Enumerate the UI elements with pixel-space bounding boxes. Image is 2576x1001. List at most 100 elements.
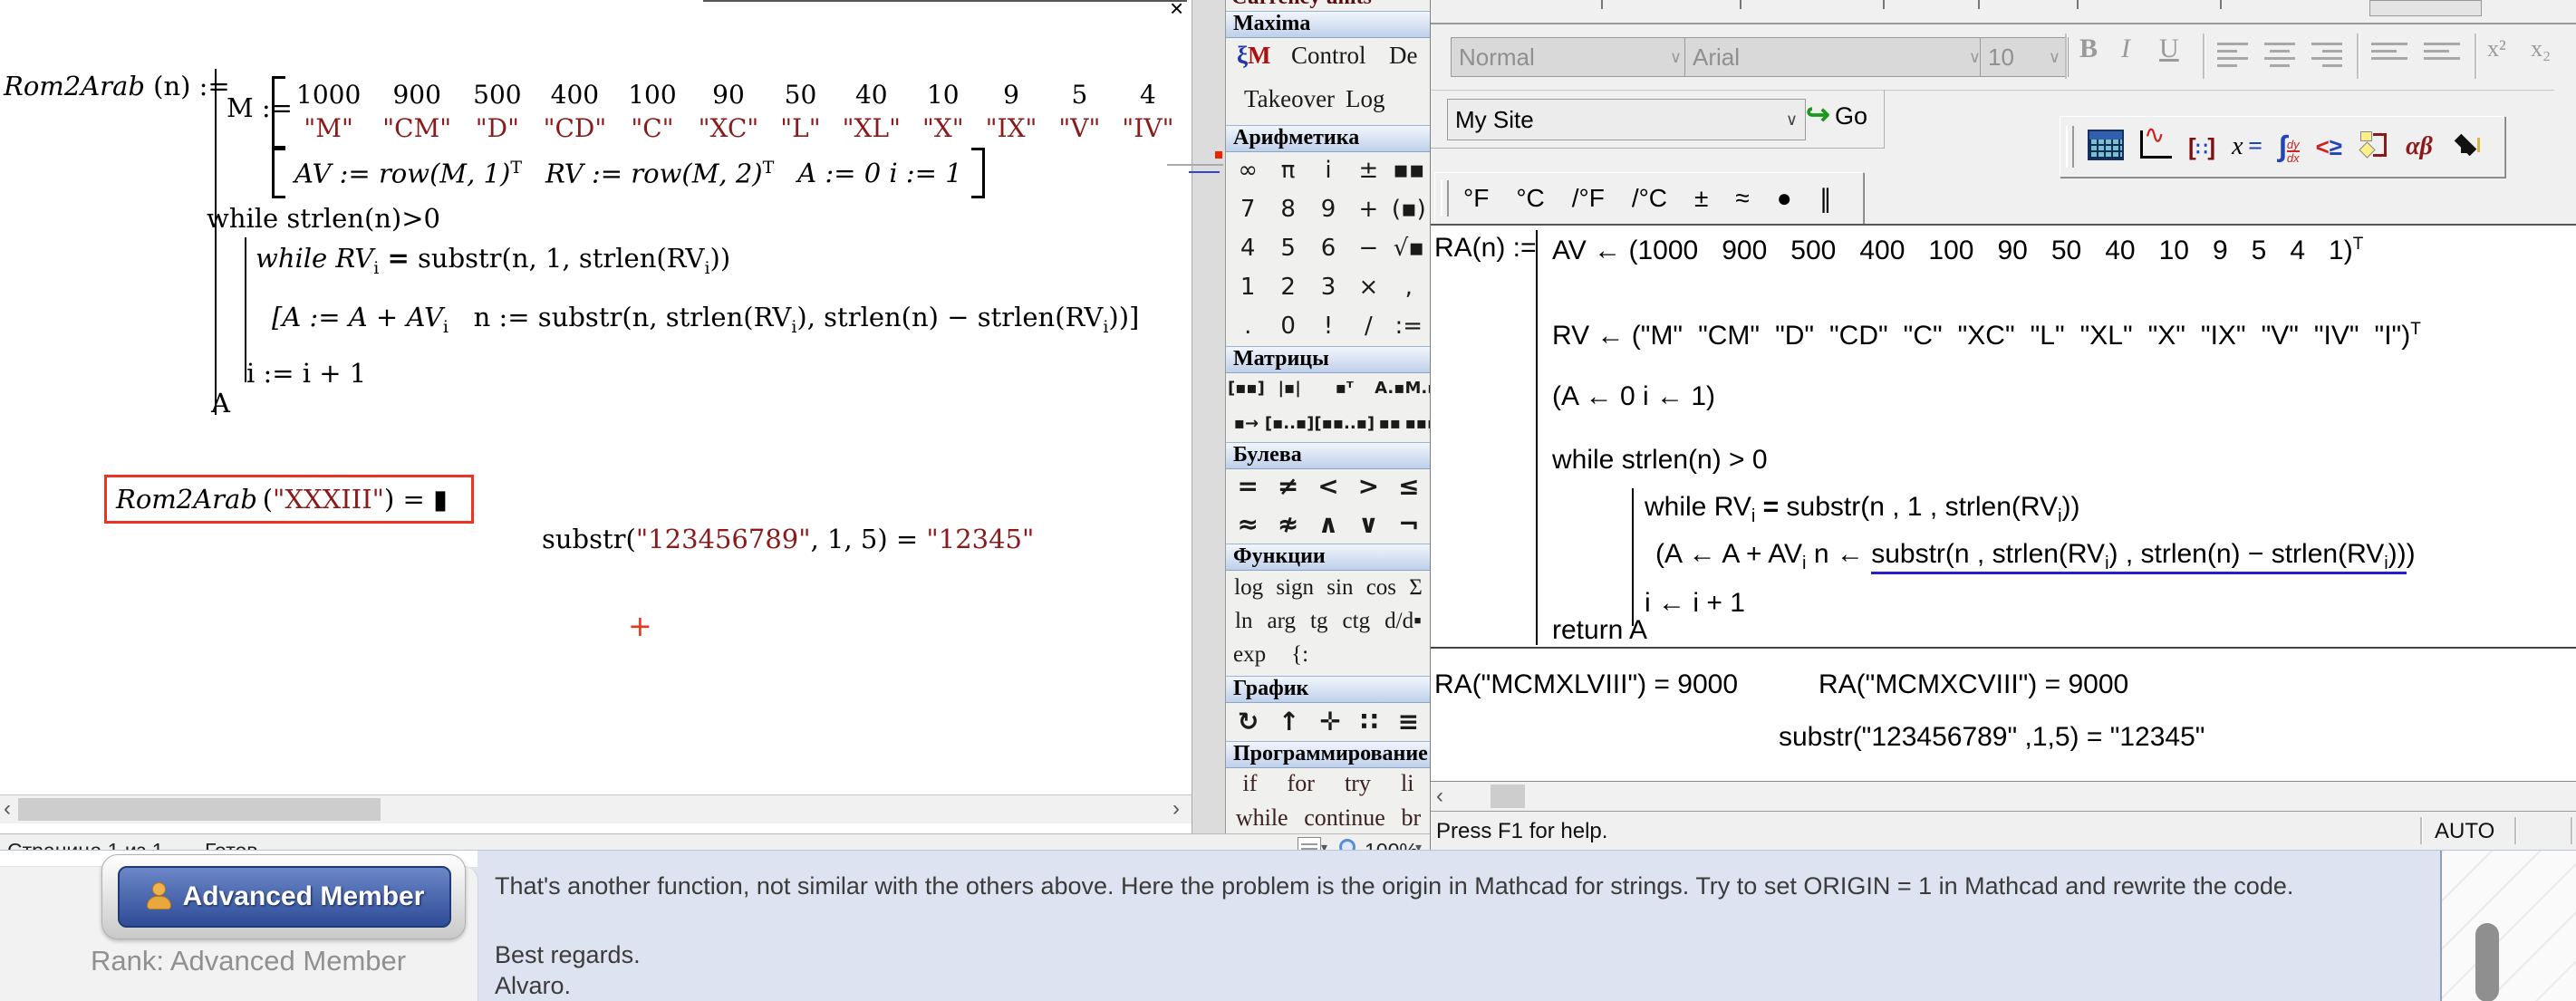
matrix-cell[interactable]: 9 [1003,80,1019,111]
panel-header-graph[interactable]: График [1226,676,1431,703]
result-1[interactable]: RA("MCMXLVIII") = 9000 [1434,669,1738,700]
palette-button[interactable]: |▪| [1278,379,1300,398]
boolean-toolbar-icon[interactable]: <≥ [2316,133,2342,161]
scroll-right-arrow[interactable]: › [1172,796,1180,822]
matrix-cell[interactable]: "D" [476,113,519,145]
palette-button[interactable]: continue [1304,804,1385,832]
bold-button[interactable]: B [2079,34,2098,64]
palette-button[interactable]: ! [1324,313,1333,340]
palette-button[interactable]: 2 [1280,274,1296,301]
greek-toolbar-icon[interactable]: αβ [2406,132,2433,161]
palette-button[interactable]: 7 [1240,196,1256,223]
palette-button[interactable]: i [1325,157,1331,184]
increment-line[interactable]: i ← i + 1 [1645,588,1745,619]
roman-matrix[interactable]: 1000900500400100905040109541 "M""CM""D""… [272,76,1192,149]
maxima-log-button[interactable]: Log [1346,85,1385,113]
go-arrow-icon[interactable]: ↪ [1806,97,1830,131]
palette-button[interactable]: li [1401,770,1413,797]
palette-button[interactable]: try [1345,770,1371,797]
av-line[interactable]: AV ← (1000900500400100905040109541)T [1552,235,2363,266]
numbered-list-icon[interactable] [2424,43,2460,60]
align-right-icon[interactable] [2311,43,2342,67]
unit-button[interactable]: ● [1777,184,1792,213]
unit-button[interactable]: /°F [1572,184,1605,213]
matrix-cell[interactable]: 5 [1072,80,1088,111]
maxima-control-button[interactable]: Control [1291,42,1366,70]
palette-button[interactable]: Σ [1409,575,1423,601]
result-2[interactable]: RA("MCMXCVIII") = 9000 [1819,669,2128,700]
palette-button[interactable]: [▪..▪] [1265,414,1315,433]
font-combobox[interactable]: Arial∨ [1684,37,1989,77]
maxima-debug-button[interactable]: De [1389,42,1417,70]
assign-line[interactable]: (A ← A + AVi n ← substr(n , strlen(RVi) … [1655,539,2416,574]
palette-button[interactable]: ▪▪ [1379,414,1401,433]
palette-button[interactable]: if [1243,770,1258,797]
selected-expression[interactable]: Rom2Arab ("XXXIII") = ▮ [104,475,474,524]
palette-button[interactable]: ▪→ [1234,414,1259,433]
palette-button[interactable]: + [1358,196,1378,223]
graph-toolbar-icon[interactable]: ∿ [2140,130,2172,163]
programming-toolbar-icon[interactable] [2359,131,2389,163]
graph-tool-icon[interactable]: ↑ [1278,707,1299,736]
palette-button[interactable]: ≉ [1278,509,1298,539]
matrix-cell[interactable]: "X" [922,113,964,145]
italic-button[interactable]: I [2121,34,2130,64]
scroll-left-arrow[interactable]: ‹ [4,796,11,822]
matrix-cell[interactable]: "C" [631,113,673,145]
palette-button[interactable]: cos [1366,575,1396,601]
palette-button[interactable]: − [1358,235,1378,262]
palette-button[interactable]: ≠ [1278,471,1298,501]
unit-button[interactable]: ∥ [1819,184,1832,214]
palette-button[interactable]: π [1281,157,1296,184]
return-line[interactable]: return A [1552,615,1647,646]
panel-header-matrices[interactable]: Матрицы [1226,346,1431,373]
palette-button[interactable]: 0 [1280,313,1296,340]
matrix-toolbar-icon[interactable]: [∷] [2188,133,2215,161]
matrix-cell[interactable]: 900 [392,80,440,111]
palette-button[interactable]: ∧ [1318,509,1339,539]
palette-button[interactable]: ln [1235,609,1252,634]
palette-button[interactable]: M.▪ [1404,379,1431,398]
matrix-cell[interactable]: "CD" [544,113,607,145]
smath-hscrollbar[interactable]: ‹ › [0,794,1192,823]
matrix-cell[interactable]: 500 [473,80,521,111]
palette-button[interactable]: , [1405,274,1413,301]
unit-button[interactable]: ± [1694,184,1708,213]
symbolic-toolbar-icon[interactable] [2449,132,2484,162]
palette-button[interactable]: > [1358,471,1379,501]
assign-line[interactable]: [A := A + AVi n := substr(n, strlen(RVi)… [272,302,1139,337]
matrix-cell[interactable]: 400 [551,80,599,111]
palette-button[interactable]: 1 [1240,274,1256,301]
site-combobox[interactable]: My Site∨ [1447,99,1806,140]
smath-vscroll-strip[interactable] [1192,0,1226,833]
matrix-cell[interactable]: 4 [1140,80,1156,111]
matrix-cell[interactable]: "CM" [382,113,451,145]
unit-button[interactable]: °C [1516,184,1544,213]
panel-header-arithmetic[interactable]: Арифметика [1226,125,1431,152]
panel-header-boolean[interactable]: Булева [1226,442,1431,469]
palette-button[interactable]: [▪▪] [1228,379,1265,398]
toolbar-grip[interactable] [1441,180,1449,216]
matrix-cell[interactable]: 40 [855,80,888,111]
fontsize-combobox[interactable]: 10∨ [1980,37,2069,77]
panel-header-maxima[interactable]: Maxima [1226,11,1431,38]
substr-demo[interactable]: substr("123456789", 1, 5) = "12345" [542,524,1034,554]
matrix-cell[interactable]: 50 [785,80,817,111]
palette-button[interactable]: log [1234,575,1263,601]
panel-currency-header[interactable]: Currency units (symbol [1226,0,1431,11]
close-icon[interactable]: × [1170,0,1183,23]
palette-button[interactable]: while [1236,804,1288,832]
palette-button[interactable]: (▪) [1392,196,1426,223]
scroll-thumb[interactable] [18,798,381,821]
while-outer[interactable]: while strlen(n) > 0 [1552,445,1768,476]
palette-button[interactable]: d/d▪ [1384,609,1422,634]
mathcad-worksheet[interactable]: RA(n) := AV ← (1000900500400100905040109… [1431,224,2576,783]
palette-button[interactable]: ± [1358,157,1378,184]
go-button[interactable]: Go [1835,102,1867,130]
palette-button[interactable]: 9 [1321,196,1336,223]
matrix-cell[interactable]: "IV" [1122,113,1173,145]
palette-button[interactable]: . [1244,313,1251,340]
maxima-takeover-button[interactable]: Takeover [1244,85,1335,113]
palette-button[interactable]: [▪▪..▪] [1314,414,1375,433]
matrix-cell[interactable]: "IX" [986,113,1037,145]
